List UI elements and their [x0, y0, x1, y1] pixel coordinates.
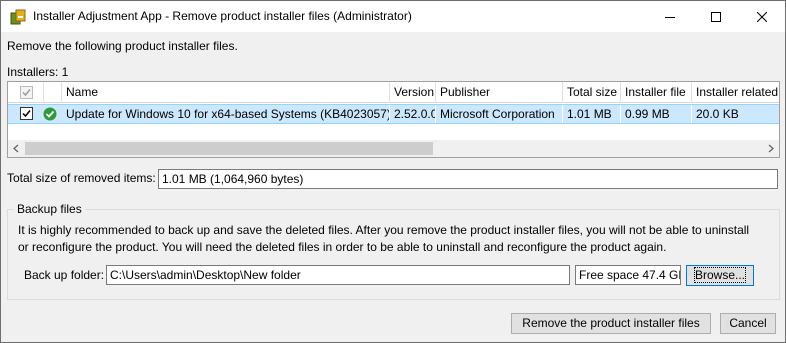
scrollbar-thumb[interactable]	[25, 142, 433, 155]
close-icon	[757, 11, 767, 22]
backup-folder-input[interactable]: C:\Users\admin\Desktop\New folder	[106, 265, 570, 285]
window-title: Installer Adjustment App - Remove produc…	[33, 9, 412, 23]
backup-description-line2: or reconfigure the product. You will nee…	[18, 240, 667, 254]
column-header-name[interactable]: Name	[62, 82, 390, 103]
table-header: Name Version Publisher Total size Instal…	[8, 82, 779, 103]
maximize-button[interactable]	[693, 1, 739, 32]
check-circle-icon	[43, 107, 57, 124]
status-column-header	[44, 82, 62, 103]
column-header-version[interactable]: Version	[390, 82, 436, 103]
cell-name: Update for Windows 10 for x64-based Syst…	[62, 105, 390, 123]
cell-total-size: 1.01 MB	[563, 105, 621, 123]
maximize-icon	[711, 11, 721, 22]
total-size-label: Total size of removed items:	[7, 171, 156, 185]
browse-button[interactable]: Browse...	[686, 265, 754, 286]
scroll-right-icon	[768, 144, 774, 153]
close-button[interactable]	[739, 1, 785, 32]
select-all-column[interactable]	[8, 82, 44, 103]
column-header-installer-related[interactable]: Installer related f	[692, 82, 779, 103]
cell-version: 2.52.0.0	[390, 105, 436, 123]
checkmark-icon	[22, 89, 31, 97]
cell-publisher: Microsoft Corporation	[436, 105, 563, 123]
remove-files-button[interactable]: Remove the product installer files	[511, 313, 711, 334]
horizontal-scrollbar[interactable]	[8, 140, 779, 157]
column-header-publisher[interactable]: Publisher	[436, 82, 563, 103]
installers-table[interactable]: Name Version Publisher Total size Instal…	[7, 81, 780, 158]
table-row[interactable]: Update for Windows 10 for x64-based Syst…	[8, 104, 779, 124]
backup-folder-label: Back up folder:	[24, 268, 105, 282]
app-icon	[10, 9, 26, 25]
select-all-checkbox[interactable]	[20, 86, 33, 99]
column-header-total-size[interactable]: Total size	[563, 82, 621, 103]
minimize-button[interactable]	[647, 1, 693, 32]
minimize-icon	[665, 16, 675, 18]
installers-count-label: Installers: 1	[7, 65, 69, 79]
free-space-field: Free space 47.4 GB	[575, 265, 681, 285]
row-checkbox[interactable]	[20, 107, 33, 120]
cell-installer-related: 20.0 KB	[696, 107, 739, 121]
remove-installer-files-dialog: Installer Adjustment App - Remove produc…	[0, 0, 786, 343]
backup-description-line1: It is highly recommended to back up and …	[18, 223, 750, 237]
instruction-text: Remove the following product installer f…	[7, 39, 238, 53]
cancel-button[interactable]: Cancel	[720, 313, 776, 334]
title-bar[interactable]: Installer Adjustment App - Remove produc…	[1, 1, 785, 32]
scroll-left-icon	[13, 144, 19, 153]
total-size-field[interactable]: 1.01 MB (1,064,960 bytes)	[158, 169, 778, 189]
column-header-installer-file[interactable]: Installer file	[621, 82, 692, 103]
checkmark-icon	[22, 110, 31, 118]
backup-group-title: Backup files	[14, 202, 85, 216]
backup-files-group: Backup files It is highly recommended to…	[7, 202, 780, 300]
cell-installer-file: 0.99 MB	[621, 105, 692, 123]
browse-button-label: Browse...	[693, 267, 747, 283]
